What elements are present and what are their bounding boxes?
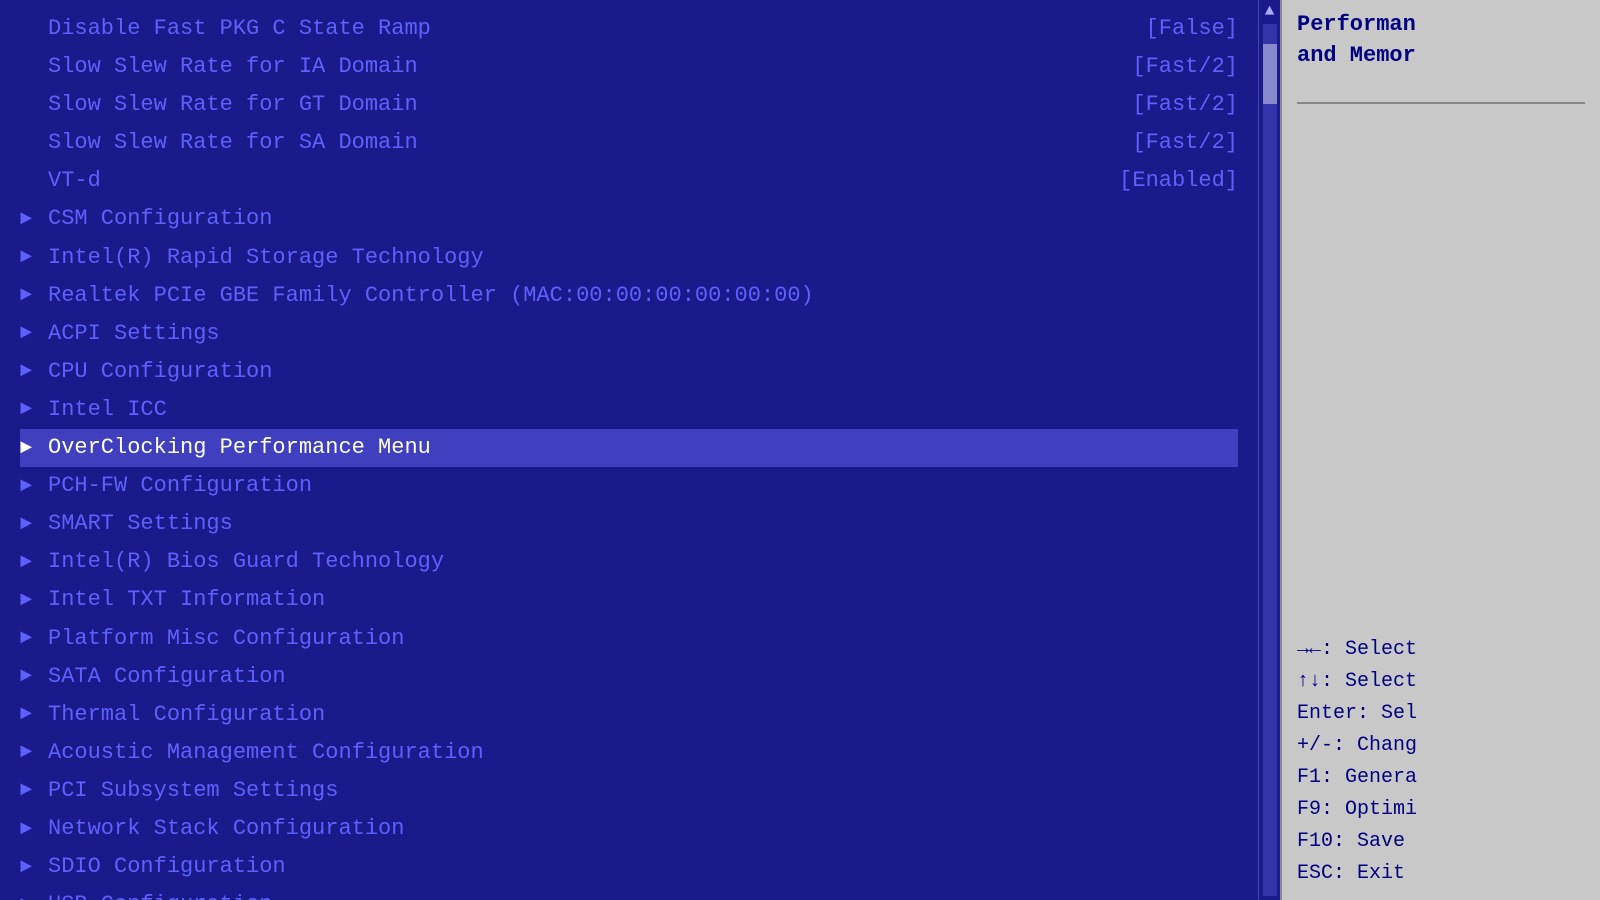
menu-item-label: SATA Configuration (48, 660, 1238, 694)
bios-menu-item-0[interactable]: Disable Fast PKG C State Ramp [False] (20, 10, 1238, 48)
menu-item-label: Slow Slew Rate for IA Domain (48, 50, 1112, 84)
menu-item-label: Slow Slew Rate for SA Domain (48, 126, 1112, 160)
menu-item-label: Disable Fast PKG C State Ramp (48, 12, 1126, 46)
scroll-up-arrow[interactable]: ▲ (1265, 2, 1275, 20)
menu-item-label: Intel TXT Information (48, 583, 1238, 617)
submenu-arrow-icon: ► (20, 699, 40, 730)
bios-menu-item-22[interactable]: ► SDIO Configuration (20, 848, 1238, 886)
bios-menu-item-23[interactable]: ► USB Configuration (20, 886, 1238, 900)
key-line-4: +/-: Chang (1297, 730, 1585, 762)
bios-menu-item-21[interactable]: ► Network Stack Configuration (20, 810, 1238, 848)
menu-item-label: Slow Slew Rate for GT Domain (48, 88, 1112, 122)
submenu-arrow-icon: ► (20, 814, 40, 845)
help-keys-section: →←: Select ↑↓: Select Enter: Sel +/-: Ch… (1297, 634, 1585, 890)
menu-item-label: Realtek PCIe GBE Family Controller (MAC:… (48, 279, 1238, 313)
key-line-5: F1: Genera (1297, 762, 1585, 794)
key-line-8: ESC: Exit (1297, 858, 1585, 890)
submenu-arrow-icon: ► (20, 585, 40, 616)
bios-menu-item-9[interactable]: ► CPU Configuration (20, 353, 1238, 391)
menu-item-value: [Fast/2] (1132, 126, 1238, 160)
bios-menu-item-15[interactable]: ► Intel TXT Information (20, 581, 1238, 619)
key-line-6: F9: Optimi (1297, 794, 1585, 826)
menu-item-value: [Fast/2] (1132, 50, 1238, 84)
submenu-arrow-icon: ► (20, 356, 40, 387)
bios-menu-item-17[interactable]: ► SATA Configuration (20, 658, 1238, 696)
submenu-arrow-icon: ► (20, 509, 40, 540)
bios-menu-item-14[interactable]: ► Intel(R) Bios Guard Technology (20, 543, 1238, 581)
submenu-arrow-icon: ► (20, 547, 40, 578)
bios-menu-item-19[interactable]: ► Acoustic Management Configuration (20, 734, 1238, 772)
menu-item-label: Acoustic Management Configuration (48, 736, 1238, 770)
menu-item-label: Intel ICC (48, 393, 1238, 427)
bios-menu-item-13[interactable]: ► SMART Settings (20, 505, 1238, 543)
help-title: Performanand Memor (1297, 10, 1585, 72)
submenu-arrow-icon: ► (20, 775, 40, 806)
bios-menu-item-1[interactable]: Slow Slew Rate for IA Domain [Fast/2] (20, 48, 1238, 86)
menu-item-label: USB Configuration (48, 888, 1238, 900)
submenu-arrow-icon: ► (20, 242, 40, 273)
bios-menu-item-7[interactable]: ► Realtek PCIe GBE Family Controller (MAC… (20, 277, 1238, 315)
menu-item-label: CSM Configuration (48, 202, 1238, 236)
key-line-2: ↑↓: Select (1297, 666, 1585, 698)
key-line-3: Enter: Sel (1297, 698, 1585, 730)
menu-item-label: SMART Settings (48, 507, 1238, 541)
scroll-thumb[interactable] (1263, 44, 1277, 104)
panel-divider (1297, 102, 1585, 104)
submenu-arrow-icon: ► (20, 623, 40, 654)
scroll-track[interactable] (1263, 24, 1277, 896)
submenu-arrow-icon: ► (20, 318, 40, 349)
menu-item-label: Platform Misc Configuration (48, 622, 1238, 656)
submenu-arrow-icon: ► (20, 890, 40, 900)
menu-item-value: [Enabled] (1119, 164, 1238, 198)
menu-item-label: OverClocking Performance Menu (48, 431, 1238, 465)
submenu-arrow-icon: ► (20, 204, 40, 235)
menu-item-label: PCH-FW Configuration (48, 469, 1238, 503)
right-help-panel: Performanand Memor →←: Select ↑↓: Select… (1280, 0, 1600, 900)
menu-item-value: [Fast/2] (1132, 88, 1238, 122)
menu-item-label: SDIO Configuration (48, 850, 1238, 884)
submenu-arrow-icon: ► (20, 852, 40, 883)
bios-menu-item-6[interactable]: ► Intel(R) Rapid Storage Technology (20, 239, 1238, 277)
scrollbar[interactable]: ▲ (1258, 0, 1280, 900)
bios-menu-item-3[interactable]: Slow Slew Rate for SA Domain [Fast/2] (20, 124, 1238, 162)
bios-menu-item-10[interactable]: ► Intel ICC (20, 391, 1238, 429)
bios-menu-item-4[interactable]: VT-d [Enabled] (20, 162, 1238, 200)
submenu-arrow-icon: ► (20, 433, 40, 464)
bios-menu-item-12[interactable]: ► PCH-FW Configuration (20, 467, 1238, 505)
bios-menu-item-5[interactable]: ► CSM Configuration (20, 200, 1238, 238)
menu-item-label: Intel(R) Rapid Storage Technology (48, 241, 1238, 275)
bios-menu-item-20[interactable]: ► PCI Subsystem Settings (20, 772, 1238, 810)
bios-menu-item-2[interactable]: Slow Slew Rate for GT Domain [Fast/2] (20, 86, 1238, 124)
bios-menu-item-16[interactable]: ► Platform Misc Configuration (20, 620, 1238, 658)
key-line-1: →←: Select (1297, 634, 1585, 666)
menu-item-label: Network Stack Configuration (48, 812, 1238, 846)
key-line-7: F10: Save (1297, 826, 1585, 858)
bios-menu-item-11[interactable]: ► OverClocking Performance Menu (20, 429, 1238, 467)
menu-item-label: PCI Subsystem Settings (48, 774, 1238, 808)
bios-main-content: Disable Fast PKG C State Ramp[False]Slow… (0, 0, 1258, 900)
submenu-arrow-icon: ► (20, 280, 40, 311)
submenu-arrow-icon: ► (20, 471, 40, 502)
menu-item-label: CPU Configuration (48, 355, 1238, 389)
menu-item-label: Thermal Configuration (48, 698, 1238, 732)
menu-item-label: ACPI Settings (48, 317, 1238, 351)
submenu-arrow-icon: ► (20, 661, 40, 692)
bios-menu-item-8[interactable]: ► ACPI Settings (20, 315, 1238, 353)
submenu-arrow-icon: ► (20, 737, 40, 768)
bios-menu-list[interactable]: Disable Fast PKG C State Ramp[False]Slow… (20, 10, 1238, 900)
bios-menu-item-18[interactable]: ► Thermal Configuration (20, 696, 1238, 734)
submenu-arrow-icon: ► (20, 394, 40, 425)
menu-item-value: [False] (1146, 12, 1238, 46)
menu-item-label: VT-d (48, 164, 1099, 198)
menu-item-label: Intel(R) Bios Guard Technology (48, 545, 1238, 579)
